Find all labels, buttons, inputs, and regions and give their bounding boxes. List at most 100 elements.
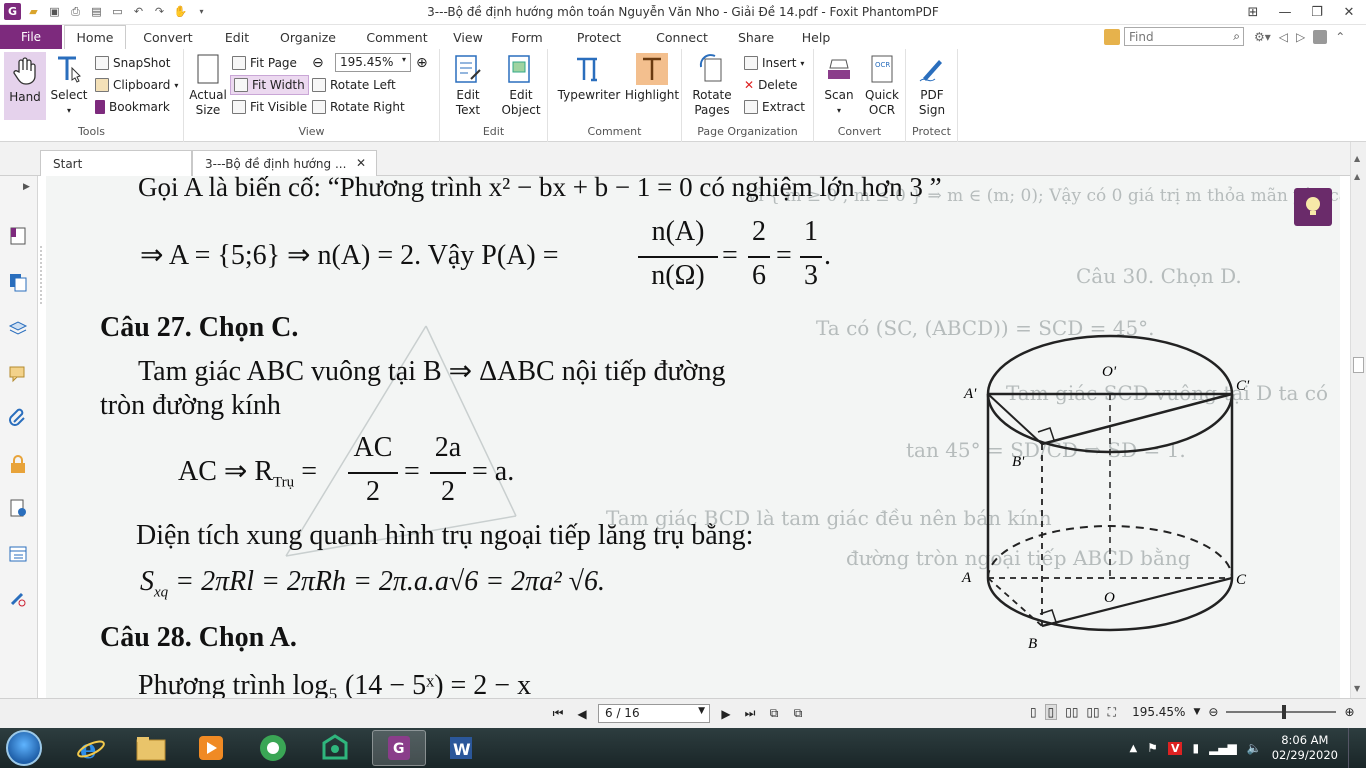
fullscreen-icon[interactable]: ⛶ xyxy=(1108,705,1116,720)
zoom-slider-knob[interactable] xyxy=(1282,705,1287,719)
edit-text-button[interactable]: Edit Text xyxy=(446,53,490,118)
zoom-in-icon[interactable]: ⊕ xyxy=(1344,705,1354,719)
rotate-right-button[interactable]: Rotate Right xyxy=(312,97,405,117)
tab-share[interactable]: Share xyxy=(733,25,779,49)
scrollbar-thumb[interactable] xyxy=(1353,357,1364,373)
close-tab-icon[interactable]: ✕ xyxy=(356,156,366,170)
first-page-icon[interactable]: ⏮ xyxy=(550,705,566,723)
zoom-in-button[interactable]: ⊕ xyxy=(416,53,428,73)
select-button[interactable]: Select ▾ xyxy=(50,53,88,118)
tab-document[interactable]: 3---Bộ đề định hướng ... ✕ xyxy=(192,150,377,176)
continuous-facing-icon[interactable]: ▯▯ xyxy=(1086,705,1099,719)
content-icon[interactable] xyxy=(8,544,28,564)
next-view-icon[interactable]: ⧉ xyxy=(790,705,806,723)
restore-button[interactable]: ❐ xyxy=(1306,2,1328,22)
file-explorer-icon[interactable] xyxy=(124,730,178,766)
user-avatar-icon[interactable] xyxy=(1313,29,1328,44)
tab-edit[interactable]: Edit xyxy=(212,25,262,49)
signatures-icon[interactable] xyxy=(8,498,28,518)
facing-page-icon[interactable]: ▯▯ xyxy=(1065,705,1078,719)
flag-icon[interactable]: ⚑ xyxy=(1147,741,1158,755)
find-input[interactable]: Find ⌕ xyxy=(1124,27,1244,46)
last-page-icon[interactable]: ⏭ xyxy=(742,705,758,723)
volume-icon[interactable]: 🔈 xyxy=(1247,741,1262,755)
scroll-down-icon[interactable]: ▼ xyxy=(1354,684,1360,693)
vertical-scrollbar[interactable]: ▲ ▲ ▼ xyxy=(1350,142,1366,698)
attachments-icon[interactable] xyxy=(8,408,28,428)
highlight-button[interactable]: Highlight xyxy=(625,53,679,103)
tab-start[interactable]: Start xyxy=(40,150,192,176)
fit-page-button[interactable]: Fit Page xyxy=(232,53,297,73)
close-button[interactable]: ✕ xyxy=(1338,2,1360,22)
tab-protect[interactable]: Protect xyxy=(570,25,628,49)
comments-icon[interactable] xyxy=(8,364,28,384)
rotate-left-button[interactable]: Rotate Left xyxy=(312,75,396,95)
quick-ocr-button[interactable]: OCR Quick OCR xyxy=(862,53,902,118)
app-shield-icon[interactable] xyxy=(308,730,362,766)
destinations-icon[interactable] xyxy=(8,588,28,608)
clipboard-button[interactable]: Clipboard ▾ xyxy=(95,75,178,95)
actual-size-button[interactable]: Actual Size xyxy=(188,53,228,118)
bookmark-button[interactable]: Bookmark xyxy=(95,97,170,117)
snapshot-button[interactable]: SnapShot xyxy=(95,53,170,73)
show-hidden-icons[interactable]: ▲ xyxy=(1129,743,1137,754)
zoom-select[interactable]: 195.45% ▾ xyxy=(335,53,411,72)
bookmarks-icon[interactable] xyxy=(8,226,28,246)
tab-convert[interactable]: Convert xyxy=(133,25,203,49)
hand-button[interactable]: Hand xyxy=(4,52,46,120)
scroll-up-icon[interactable]: ▲ xyxy=(1354,172,1360,181)
zoom-out-button[interactable]: ⊖ xyxy=(312,53,324,73)
pdf-sign-button[interactable]: PDF Sign xyxy=(912,53,952,118)
search-icon[interactable]: ⌕ xyxy=(1233,29,1240,44)
media-player-icon[interactable] xyxy=(184,730,238,766)
previous-page-icon[interactable]: ◀ xyxy=(574,705,590,723)
rotate-pages-button[interactable]: Rotate Pages xyxy=(686,53,738,118)
clock[interactable]: 8:06 AM 02/29/2020 xyxy=(1272,733,1338,763)
tab-organize[interactable]: Organize xyxy=(272,25,344,49)
tips-button[interactable] xyxy=(1294,188,1332,226)
edit-object-button[interactable]: Edit Object xyxy=(496,53,546,118)
internet-explorer-icon[interactable]: e xyxy=(64,730,118,766)
show-desktop-button[interactable] xyxy=(1348,728,1360,768)
tab-home[interactable]: Home xyxy=(64,25,126,49)
document-view[interactable]: Vì { m ≥ 0 ; m ≤ 0 } ⇒ m ∈ (m; 0); Vậy c… xyxy=(46,176,1340,698)
typewriter-button[interactable]: Typewriter xyxy=(558,53,620,103)
microsoft-word-icon[interactable]: W xyxy=(434,730,488,766)
scroll-up-icon[interactable]: ▲ xyxy=(1354,154,1360,163)
previous-view-icon[interactable]: ⧉ xyxy=(766,705,782,723)
layers-icon[interactable] xyxy=(8,318,28,338)
ribbon-collapse-icon[interactable]: ⌃ xyxy=(1335,30,1345,44)
expand-panel-icon[interactable]: ▶ xyxy=(23,182,30,192)
panel-collapse-handle[interactable] xyxy=(40,246,45,306)
zoom-slider[interactable] xyxy=(1226,705,1337,719)
single-page-icon[interactable]: ▯ xyxy=(1030,705,1037,719)
security-lock-icon[interactable] xyxy=(8,454,28,474)
search-settings-icon[interactable]: ⚙▾ xyxy=(1254,30,1271,44)
pages-icon[interactable] xyxy=(8,272,28,292)
tab-form[interactable]: Form xyxy=(504,25,550,49)
zoom-dropdown-icon[interactable]: ▼ xyxy=(1193,707,1200,717)
tab-comment[interactable]: Comment xyxy=(359,25,435,49)
previous-result-icon[interactable]: ◁ xyxy=(1279,30,1288,44)
battery-icon[interactable]: ▮ xyxy=(1192,741,1199,755)
page-number-input[interactable]: 6 / 16 ▼ xyxy=(598,704,710,723)
delete-button[interactable]: ✕ Delete xyxy=(744,75,798,95)
ribbon-display-icon[interactable]: ⊞ xyxy=(1242,2,1264,22)
tab-help[interactable]: Help xyxy=(796,25,836,49)
start-button[interactable] xyxy=(6,730,42,766)
network-icon[interactable]: ▂▄▆ xyxy=(1209,741,1237,755)
search-folder-icon[interactable] xyxy=(1104,28,1120,45)
fit-visible-button[interactable]: Fit Visible xyxy=(232,97,307,117)
tab-connect[interactable]: Connect xyxy=(651,25,713,49)
insert-button[interactable]: Insert ▾ xyxy=(744,53,804,73)
foxit-phantompdf-taskbar-icon[interactable]: G xyxy=(372,730,426,766)
continuous-page-icon[interactable]: ▯ xyxy=(1044,704,1058,720)
next-result-icon[interactable]: ▷ xyxy=(1296,30,1305,44)
scan-button[interactable]: Scan ▾ xyxy=(820,53,858,118)
extract-button[interactable]: Extract xyxy=(744,97,805,117)
fit-width-button[interactable]: Fit Width xyxy=(230,75,309,95)
zoom-out-icon[interactable]: ⊖ xyxy=(1208,705,1218,719)
tab-view[interactable]: View xyxy=(446,25,490,49)
next-page-icon[interactable]: ▶ xyxy=(718,705,734,723)
tab-file[interactable]: File xyxy=(0,25,62,49)
